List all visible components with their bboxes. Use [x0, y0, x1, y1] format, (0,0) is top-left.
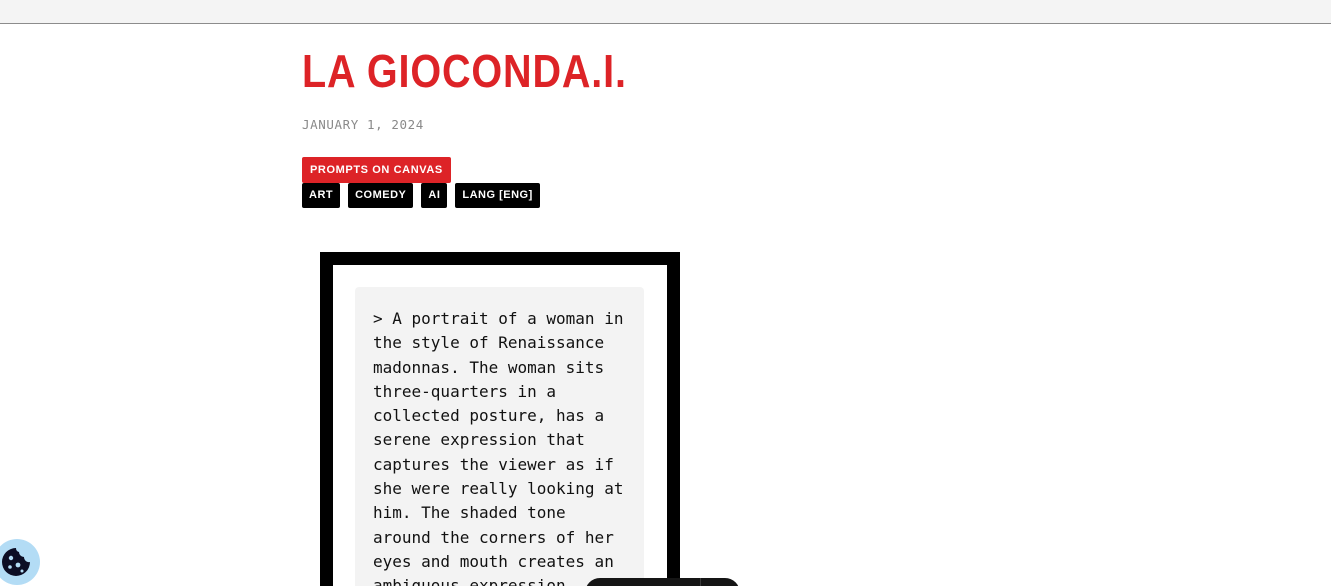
post-title: LA GIOCONDA.I.	[302, 45, 627, 97]
tag-list: ART COMEDY AI LANG [ENG]	[302, 183, 540, 208]
tag-ai[interactable]: AI	[421, 183, 448, 208]
canvas-frame: > A portrait of a woman in the style of …	[320, 252, 680, 586]
tag-comedy[interactable]: COMEDY	[348, 183, 414, 208]
cookie-consent-button[interactable]	[0, 539, 40, 585]
tag-art[interactable]: ART	[302, 183, 341, 208]
post-date: JANUARY 1, 2024	[302, 117, 424, 132]
floating-toolbar[interactable]	[585, 578, 740, 586]
prompt-text: > A portrait of a woman in the style of …	[373, 309, 624, 586]
top-bar	[0, 0, 1331, 24]
tag-lang-eng[interactable]: LANG [ENG]	[455, 183, 540, 208]
category-badge[interactable]: PROMPTS ON CANVAS	[302, 157, 451, 183]
toolbar-divider	[700, 578, 701, 586]
canvas-inner: > A portrait of a woman in the style of …	[333, 265, 667, 586]
prompt-block: > A portrait of a woman in the style of …	[355, 287, 644, 586]
